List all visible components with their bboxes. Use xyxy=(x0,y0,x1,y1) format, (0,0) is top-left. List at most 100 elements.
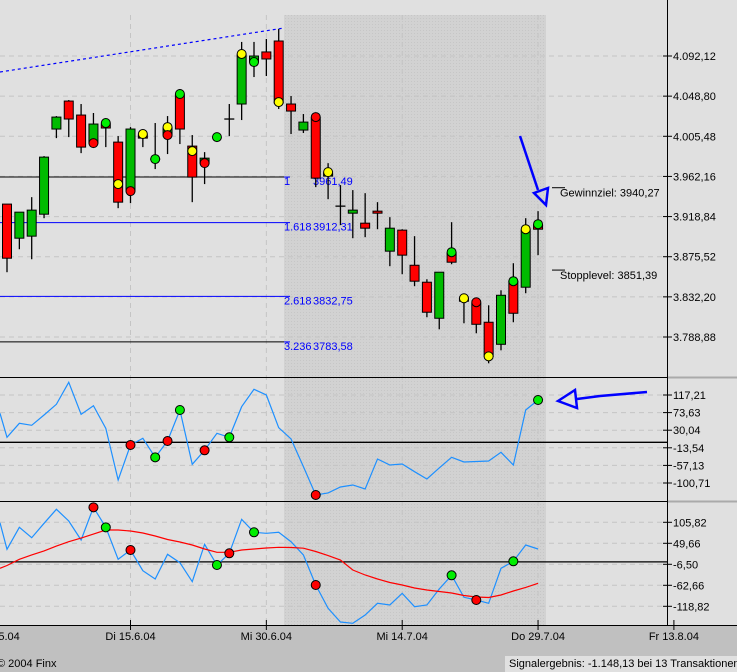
candle-body xyxy=(236,54,247,105)
signal-dot xyxy=(310,489,321,500)
axis-label: -13,54 xyxy=(673,443,704,455)
axis-label: -100,71 xyxy=(673,478,710,490)
signal-dot xyxy=(533,219,544,230)
candle-body xyxy=(76,114,87,148)
signal-dot xyxy=(174,89,185,100)
signal-dot xyxy=(533,395,544,406)
candle-body xyxy=(372,210,383,214)
date-label: Mi 14.7.04 xyxy=(377,631,428,643)
date-label: Do 29.7.04 xyxy=(511,631,565,643)
candle-body xyxy=(261,51,272,60)
signal-dot xyxy=(199,445,210,456)
signal-dot xyxy=(520,224,531,235)
date-label: Mi 30.6.04 xyxy=(241,631,292,643)
axis-label: 4.005,48 xyxy=(673,131,716,143)
axis-label: 30,04 xyxy=(673,425,701,437)
axis-label: -62,66 xyxy=(673,580,704,592)
signal-dot xyxy=(483,351,494,362)
chart-canvas[interactable]: 1 3961,491.618 3912,312.618 3832,753.236 378… xyxy=(0,0,737,672)
signal-dot xyxy=(446,570,457,581)
candle-body xyxy=(347,209,358,214)
signal-dot xyxy=(446,247,457,258)
fib-value: 3783,58 xyxy=(313,341,353,353)
highlighted-period xyxy=(284,15,546,625)
fib-ratio: 3.236 xyxy=(284,341,312,353)
signal-dot xyxy=(310,112,321,123)
candle-body xyxy=(483,321,494,357)
signal-dot xyxy=(508,556,519,567)
signal-dot xyxy=(113,179,124,190)
fib-ratio: 1.618 xyxy=(284,222,312,234)
fib-ratio: 2.618 xyxy=(284,295,312,307)
signal-dot xyxy=(187,146,198,157)
signal-dot xyxy=(323,167,334,178)
candle-body xyxy=(14,211,25,239)
signal-dot xyxy=(211,132,222,143)
axis-label: 117,21 xyxy=(673,390,706,402)
signal-dot xyxy=(224,548,235,559)
candle-body xyxy=(397,229,408,256)
axis-label: -6,50 xyxy=(673,559,698,571)
candle-body xyxy=(51,116,62,130)
signal-dot xyxy=(199,158,210,169)
signal-dot xyxy=(458,293,469,304)
date-label: Di 15.6.04 xyxy=(105,631,155,643)
axis-label: 3.832,20 xyxy=(673,292,716,304)
axis-label: 105,82 xyxy=(673,517,707,529)
candle-body xyxy=(63,100,74,120)
signal-dot xyxy=(249,57,259,68)
candle-body xyxy=(2,203,12,259)
axis-label: 3.875,52 xyxy=(673,252,716,264)
candle-body xyxy=(360,222,371,229)
axis-label: 3.788,88 xyxy=(673,332,716,344)
signal-dot xyxy=(162,130,173,141)
axis-label: -118,82 xyxy=(673,601,710,613)
candle-body xyxy=(421,281,432,313)
signal-dot xyxy=(100,522,111,533)
signal-dot xyxy=(310,580,321,591)
signal-dot xyxy=(125,186,136,197)
candle-body xyxy=(39,156,50,215)
target-label: Stopplevel: 3851,39 xyxy=(560,270,657,282)
fib-value: 3912,31 xyxy=(313,222,353,234)
axis-label: 4.048,80 xyxy=(673,91,716,103)
signal-dot xyxy=(150,452,161,463)
signal-dot xyxy=(273,97,284,108)
candle-body xyxy=(496,294,506,345)
copyright-text: © 2004 Finx xyxy=(0,658,57,670)
candle-body xyxy=(298,121,309,131)
signal-dot xyxy=(211,560,222,571)
signal-dot xyxy=(162,435,173,446)
candle-body xyxy=(520,229,531,288)
signal-dot xyxy=(125,439,136,450)
candle-body xyxy=(26,209,37,237)
candle-body xyxy=(125,128,136,192)
target-label: Gewinnziel: 3940,27 xyxy=(560,188,660,200)
axis-label: 49,66 xyxy=(673,538,701,550)
signal-dot xyxy=(150,154,161,165)
axis-label: 4.092,12 xyxy=(673,51,716,63)
signal-result: Signalergebnis: -1.148,13 bei 13 Transak… xyxy=(505,656,737,672)
fib-value: 3832,75 xyxy=(313,295,353,307)
fib-ratio: 1 xyxy=(284,176,290,188)
axis-label: 3.918,84 xyxy=(673,212,716,224)
signal-dot xyxy=(125,545,136,556)
signal-dot xyxy=(100,118,111,129)
signal-dot xyxy=(88,502,99,513)
axis-label: 73,63 xyxy=(673,408,701,420)
axis-label: 3.962,16 xyxy=(673,171,716,183)
candle-body xyxy=(174,94,185,130)
date-label: Fr 13.8.04 xyxy=(649,631,699,643)
candle-body xyxy=(113,141,124,203)
signal-dot xyxy=(137,129,148,140)
signal-dot xyxy=(174,404,185,415)
candle-body xyxy=(310,117,321,179)
candle-body xyxy=(273,40,284,104)
date-label: Fr 28.5.04 xyxy=(0,631,20,643)
signal-dot xyxy=(236,48,247,59)
candle-body xyxy=(434,271,445,319)
signal-dot xyxy=(508,276,519,287)
axis-label: -57,13 xyxy=(673,460,704,472)
signal-dot xyxy=(249,527,259,538)
candle-body xyxy=(286,103,297,112)
